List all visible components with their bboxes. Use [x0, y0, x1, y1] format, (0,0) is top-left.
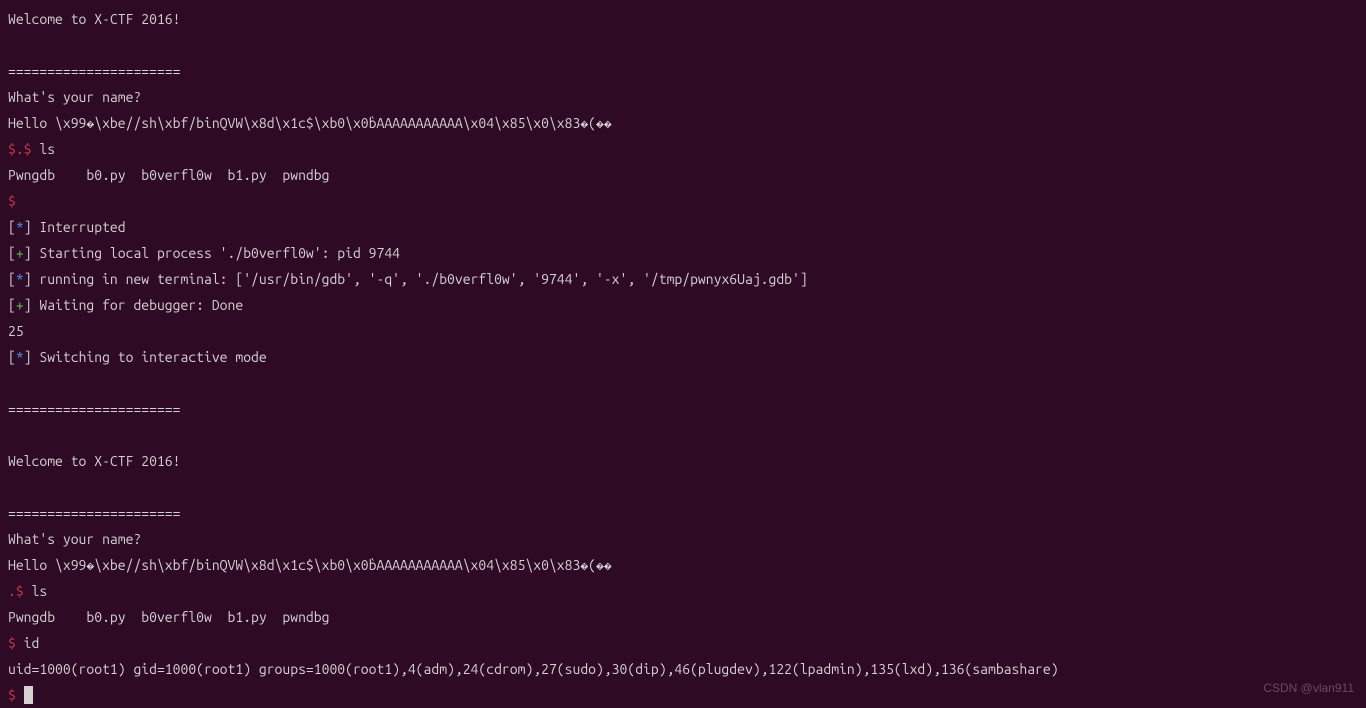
terminal-line	[8, 422, 1358, 448]
terminal-line	[8, 32, 1358, 58]
terminal-segment: ] Starting local process './b0verfl0w': …	[24, 245, 400, 261]
terminal-line: $	[8, 188, 1358, 214]
terminal-line: Pwngdb b0.py b0verfl0w b1.py pwndbg	[8, 604, 1358, 630]
terminal-segment: [	[8, 349, 16, 365]
terminal-line: Welcome to X-CTF 2016!	[8, 448, 1358, 474]
terminal-segment: [	[8, 245, 16, 261]
terminal-segment: ls	[32, 141, 56, 157]
terminal-line: [+] Starting local process './b0verfl0w'…	[8, 240, 1358, 266]
terminal-line: What's your name?	[8, 526, 1358, 552]
terminal-line: Hello \x99�\xbe//sh\xbf/binQVW\x8d\x1c$\…	[8, 552, 1358, 578]
terminal-segment: 25	[8, 323, 24, 339]
terminal-output[interactable]: Welcome to X-CTF 2016! =================…	[8, 6, 1358, 708]
terminal-line: ======================	[8, 500, 1358, 526]
terminal-segment: What's your name?	[8, 531, 141, 547]
terminal-segment: Welcome to X-CTF 2016!	[8, 11, 180, 27]
terminal-line: $	[8, 682, 1358, 708]
terminal-segment: ======================	[8, 63, 180, 79]
terminal-segment: *	[16, 349, 24, 365]
terminal-segment: [	[8, 297, 16, 313]
terminal-segment: Pwngdb b0.py b0verfl0w b1.py pwndbg	[8, 609, 329, 625]
terminal-line: [+] Waiting for debugger: Done	[8, 292, 1358, 318]
terminal-line: [*] Switching to interactive mode	[8, 344, 1358, 370]
terminal-line: ======================	[8, 58, 1358, 84]
terminal-line	[8, 474, 1358, 500]
terminal-segment: $	[8, 687, 16, 703]
terminal-segment: Hello \x99�\xbe//sh\xbf/binQVW\x8d\x1c$\…	[8, 115, 612, 131]
terminal-segment: $.$	[8, 141, 32, 157]
terminal-segment: +	[16, 297, 24, 313]
terminal-line: What's your name?	[8, 84, 1358, 110]
terminal-segment: *	[16, 271, 24, 287]
terminal-segment: Hello \x99�\xbe//sh\xbf/binQVW\x8d\x1c$\…	[8, 557, 612, 573]
terminal-segment: Welcome to X-CTF 2016!	[8, 453, 180, 469]
terminal-segment: $	[8, 635, 16, 651]
terminal-line: .$ ls	[8, 578, 1358, 604]
terminal-line: ======================	[8, 396, 1358, 422]
terminal-segment: ======================	[8, 505, 180, 521]
terminal-line: [*] Interrupted	[8, 214, 1358, 240]
terminal-segment: *	[16, 219, 24, 235]
watermark-text: CSDN @vlan911	[1263, 681, 1354, 695]
terminal-segment: +	[16, 245, 24, 261]
terminal-line: Welcome to X-CTF 2016!	[8, 6, 1358, 32]
terminal-line: Pwngdb b0.py b0verfl0w b1.py pwndbg	[8, 162, 1358, 188]
terminal-segment: [	[8, 271, 16, 287]
terminal-segment: ======================	[8, 401, 180, 417]
terminal-segment: ls	[24, 583, 48, 599]
terminal-segment: ] running in new terminal: ['/usr/bin/gd…	[24, 271, 808, 287]
terminal-segment: [	[8, 219, 16, 235]
terminal-segment: $	[8, 193, 16, 209]
terminal-segment: What's your name?	[8, 89, 141, 105]
terminal-line: Hello \x99�\xbe//sh\xbf/binQVW\x8d\x1c$\…	[8, 110, 1358, 136]
cursor	[24, 686, 33, 704]
terminal-segment: ] Waiting for debugger: Done	[24, 297, 244, 313]
terminal-segment: uid=1000(root1) gid=1000(root1) groups=1…	[8, 661, 1059, 677]
terminal-line: $.$ ls	[8, 136, 1358, 162]
terminal-segment: ] Switching to interactive mode	[24, 349, 267, 365]
terminal-segment: Pwngdb b0.py b0verfl0w b1.py pwndbg	[8, 167, 329, 183]
terminal-segment: id	[16, 635, 40, 651]
terminal-line	[8, 370, 1358, 396]
terminal-line: [*] running in new terminal: ['/usr/bin/…	[8, 266, 1358, 292]
terminal-segment: ] Interrupted	[24, 219, 126, 235]
terminal-line: $ id	[8, 630, 1358, 656]
terminal-segment: .$	[8, 583, 24, 599]
terminal-line: uid=1000(root1) gid=1000(root1) groups=1…	[8, 656, 1358, 682]
terminal-segment	[16, 687, 24, 703]
terminal-line: 25	[8, 318, 1358, 344]
